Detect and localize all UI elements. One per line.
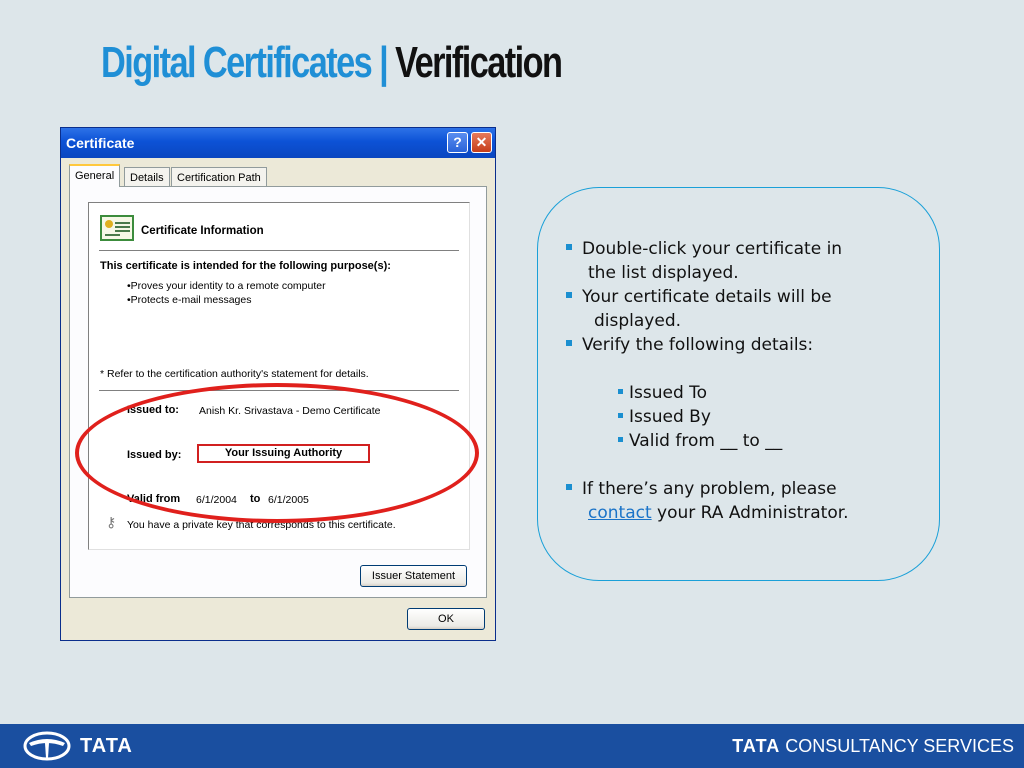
dialog-title: Certificate <box>66 135 135 151</box>
tata-emblem-icon <box>23 731 71 761</box>
purpose-item: •Proves your identity to a remote comput… <box>127 280 326 292</box>
bullet-icon <box>566 484 572 490</box>
bullet-icon <box>566 244 572 250</box>
private-key-note: You have a private key that corresponds … <box>127 519 396 531</box>
footer-bar: TATA TATA CONSULTANCY SERVICES <box>0 724 1024 768</box>
bullet-icon <box>566 292 572 298</box>
purpose-item: •Protects e-mail messages <box>127 294 252 306</box>
dialog-titlebar[interactable]: Certificate ? ✕ <box>61 128 495 158</box>
instruction-line: Double-click your certificate in <box>566 237 842 261</box>
close-button[interactable]: ✕ <box>471 132 492 153</box>
divider <box>99 250 459 251</box>
divider <box>99 390 459 391</box>
instruction-line: displayed. <box>594 311 682 331</box>
instruction-line: the list displayed. <box>588 263 739 283</box>
general-tab-panel: Certificate Information This certificate… <box>69 186 487 598</box>
tab-general[interactable]: General <box>69 164 121 187</box>
key-icon: ⚷ <box>106 514 117 530</box>
tcs-logo: TATA CONSULTANCY SERVICES <box>732 736 1014 756</box>
certificate-info-box: Certificate Information This certificate… <box>88 202 470 550</box>
valid-from-label: Valid from <box>127 493 181 505</box>
help-button[interactable]: ? <box>447 132 468 153</box>
issuer-statement-button[interactable]: Issuer Statement <box>360 565 467 587</box>
slide-title: Digital Certificates | Verification <box>101 38 563 88</box>
ok-button[interactable]: OK <box>407 608 485 630</box>
issued-to-label: Issued to: <box>127 404 179 416</box>
tab-certification-path[interactable]: Certification Path <box>171 167 267 187</box>
refer-note: * Refer to the certification authority's… <box>100 368 369 380</box>
issued-to-value: Anish Kr. Srivastava - Demo Certificate <box>199 405 381 417</box>
instruction-line: Verify the following details: <box>566 333 813 357</box>
valid-to-label: to <box>250 493 261 505</box>
valid-to-value: 6/1/2005 <box>268 494 309 506</box>
instruction-line: Your certificate details will be <box>566 285 832 309</box>
issued-by-label: Issued by: <box>127 449 182 461</box>
bullet-icon <box>618 436 623 442</box>
instruction-line: contact your RA Administrator. <box>588 503 849 523</box>
close-icon: ✕ <box>475 134 488 150</box>
detail-item: Issued To <box>618 381 707 405</box>
valid-from-value: 6/1/2004 <box>196 494 237 506</box>
instruction-line: If there’s any problem, please <box>566 477 837 501</box>
slide-title-main: Digital Certificates | <box>101 38 389 87</box>
purpose-heading: This certificate is intended for the fol… <box>100 260 391 272</box>
certificate-dialog: Certificate ? ✕ General Details Certific… <box>60 127 496 641</box>
bullet-icon <box>618 388 623 394</box>
certificate-icon <box>100 215 134 241</box>
certificate-info-heading: Certificate Information <box>141 225 264 237</box>
contact-link[interactable]: contact <box>588 503 652 523</box>
detail-item: Issued By <box>618 405 711 429</box>
tata-logo-text: TATA <box>80 735 133 757</box>
detail-item: Valid from __ to __ <box>618 429 782 453</box>
tab-details[interactable]: Details <box>124 167 170 187</box>
slide-title-sub: Verification <box>395 38 563 87</box>
issued-by-value: Your Issuing Authority <box>197 444 370 463</box>
bullet-icon <box>618 412 623 418</box>
help-icon: ? <box>453 134 462 150</box>
bullet-icon <box>566 340 572 346</box>
